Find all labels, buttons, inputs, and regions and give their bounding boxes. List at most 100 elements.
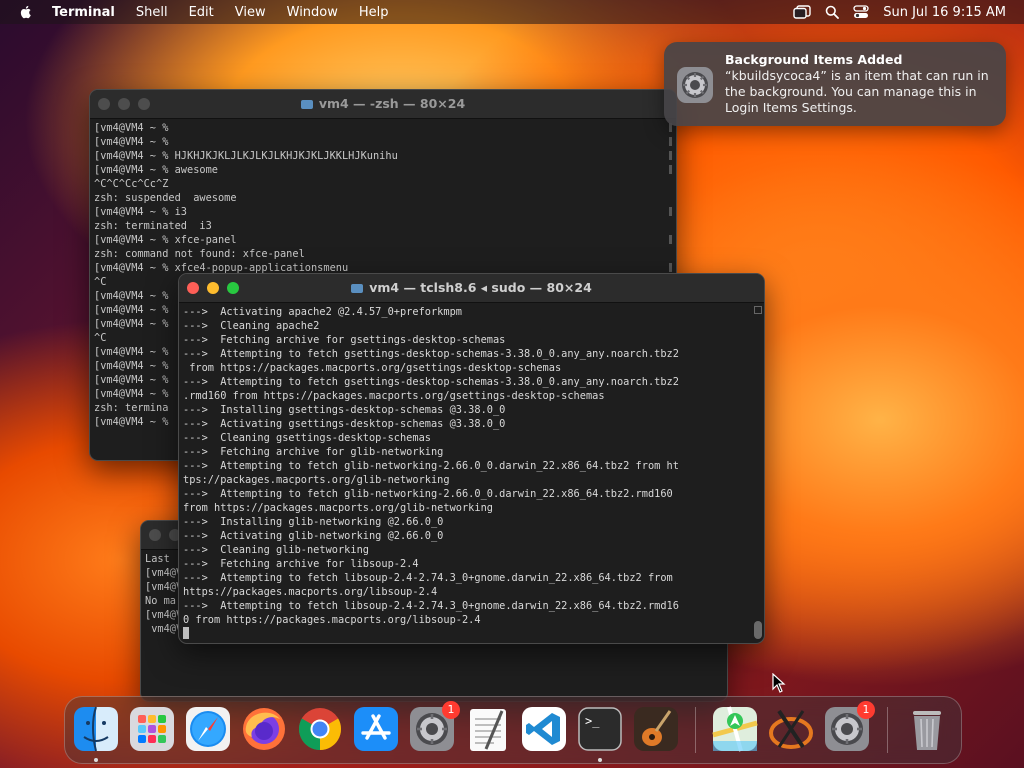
svg-text:>_: >_ bbox=[585, 714, 600, 728]
terminal-line: ---> Attempting to fetch gsettings-deskt… bbox=[183, 376, 679, 388]
terminal-line: zsh: terminated i3 bbox=[94, 220, 212, 232]
terminal-line: No ma bbox=[145, 595, 176, 607]
running-indicator bbox=[598, 758, 602, 762]
garageband-icon bbox=[634, 707, 678, 751]
terminal-line: ---> Cleaning gsettings-desktop-schemas bbox=[183, 432, 431, 444]
terminal-line: [vm4@VM4 ~ % bbox=[94, 136, 169, 148]
terminal-line: https://packages.macports.org/libsoup-2.… bbox=[183, 586, 438, 598]
terminal-line: ---> Fetching archive for glib-networkin… bbox=[183, 446, 444, 458]
folder-icon bbox=[300, 100, 313, 109]
terminal-line: zsh: suspended awesome bbox=[94, 192, 237, 204]
dock-chrome[interactable] bbox=[296, 705, 344, 753]
safari-icon bbox=[186, 707, 230, 751]
terminal-window-tclsh[interactable]: vm4 — tclsh8.6 ◂ sudo — 80×24 ---> Activ… bbox=[178, 273, 765, 644]
dock-system-settings-2[interactable]: 1 bbox=[823, 701, 875, 753]
terminal-line: [vm4@V bbox=[145, 581, 183, 593]
scroll-marker bbox=[669, 137, 672, 146]
spotlight-search-icon[interactable] bbox=[825, 5, 840, 19]
notification-title: Background Items Added bbox=[725, 52, 903, 67]
terminal-line: [vm4@VM4 ~ % bbox=[94, 374, 169, 386]
terminal-line: [vm4@VM4 ~ % i3 bbox=[94, 206, 187, 218]
terminal-line: ---> Activating glib-networking @2.66.0_… bbox=[183, 530, 444, 542]
dock-maps[interactable] bbox=[711, 705, 759, 753]
window-title: vm4 — -zsh — 80×24 bbox=[90, 96, 676, 111]
scrollbar[interactable] bbox=[754, 304, 762, 639]
textedit-icon bbox=[470, 709, 506, 751]
menu-window[interactable]: Window bbox=[287, 5, 338, 20]
terminal-line: [vm4@VM4 ~ % HJKHJKJKLJLKJLKJLKHJKJKLJKK… bbox=[94, 150, 398, 162]
finder-icon bbox=[74, 706, 118, 752]
launchpad-icon bbox=[130, 707, 174, 751]
scroll-marker bbox=[669, 235, 672, 244]
menu-view[interactable]: View bbox=[235, 5, 266, 20]
terminal-line: [vm4@V bbox=[145, 609, 183, 621]
system-settings-gear-icon bbox=[677, 67, 713, 103]
terminal-line: ---> Activating apache2 @2.4.57_0+prefor… bbox=[183, 306, 462, 318]
menu-bar: Terminal Shell Edit View Window Help Sun… bbox=[0, 0, 1024, 24]
dock-vscode[interactable] bbox=[520, 705, 568, 753]
terminal-line: ^C bbox=[94, 276, 107, 288]
terminal-line: ---> Fetching archive for libsoup-2.4 bbox=[183, 558, 419, 570]
titlebar[interactable]: vm4 — tclsh8.6 ◂ sudo — 80×24 bbox=[179, 274, 764, 303]
terminal-line: ---> Attempting to fetch glib-networking… bbox=[183, 460, 679, 472]
terminal-line: [vm4@VM4 ~ % bbox=[94, 346, 169, 358]
terminal-line: ---> Cleaning apache2 bbox=[183, 320, 320, 332]
vscode-icon bbox=[522, 707, 566, 751]
folder-icon bbox=[351, 284, 364, 293]
scrollbar-top-button[interactable] bbox=[754, 306, 762, 314]
terminal-line: ---> Fetching archive for gsettings-desk… bbox=[183, 334, 506, 346]
terminal-line: .rmd160 from https://packages.macports.o… bbox=[183, 390, 605, 402]
dock-garageband[interactable] bbox=[632, 705, 680, 753]
terminal-line: zsh: command not found: xfce-panel bbox=[94, 248, 305, 260]
scroll-marker bbox=[669, 263, 672, 272]
terminal-line: [vm4@VM4 ~ % awesome bbox=[94, 164, 218, 176]
dock-finder[interactable] bbox=[72, 705, 120, 762]
dock-xquartz[interactable] bbox=[767, 705, 815, 753]
window-manager-icon[interactable] bbox=[793, 5, 811, 19]
close-button[interactable] bbox=[149, 529, 161, 541]
terminal-line: 0 from https://packages.macports.org/lib… bbox=[183, 614, 481, 626]
dock-terminal[interactable]: >_ bbox=[576, 705, 624, 762]
terminal-line: ---> Cleaning glib-networking bbox=[183, 544, 369, 556]
terminal-line: [vm4@VM4 ~ % bbox=[94, 360, 169, 372]
dock-textedit[interactable] bbox=[464, 705, 512, 753]
terminal-line: ---> Attempting to fetch libsoup-2.4-2.7… bbox=[183, 600, 679, 612]
terminal-line: ---> Installing glib-networking @2.66.0_… bbox=[183, 516, 444, 528]
trash-icon bbox=[913, 711, 941, 750]
scrollbar-thumb[interactable] bbox=[754, 621, 762, 639]
control-center-icon[interactable] bbox=[853, 5, 869, 19]
titlebar[interactable]: vm4 — -zsh — 80×24 bbox=[90, 90, 676, 119]
terminal-line: ---> Attempting to fetch gsettings-deskt… bbox=[183, 348, 679, 360]
terminal-line: ---> Attempting to fetch libsoup-2.4-2.7… bbox=[183, 572, 673, 584]
terminal-line: [vm4@V bbox=[145, 567, 183, 579]
dock-safari[interactable] bbox=[184, 705, 232, 753]
notification-body: “kbuildsycoca4” is an item that can run … bbox=[725, 68, 989, 115]
menu-edit[interactable]: Edit bbox=[189, 5, 214, 20]
dock-trash[interactable] bbox=[903, 705, 951, 753]
terminal-output[interactable]: ---> Activating apache2 @2.4.57_0+prefor… bbox=[179, 303, 764, 643]
terminal-line: ^C^C^Cc^Cc^Z bbox=[94, 178, 169, 190]
menu-shell[interactable]: Shell bbox=[136, 5, 168, 20]
dock: 1 >_ 1 bbox=[64, 696, 962, 764]
menu-clock[interactable]: Sun Jul 16 9:15 AM bbox=[883, 5, 1006, 20]
dock-separator bbox=[695, 707, 696, 753]
menu-app-name[interactable]: Terminal bbox=[52, 5, 115, 20]
window-title: vm4 — tclsh8.6 ◂ sudo — 80×24 bbox=[179, 280, 764, 295]
dock-firefox[interactable] bbox=[240, 705, 288, 753]
text-cursor bbox=[183, 627, 189, 639]
scroll-marker bbox=[669, 151, 672, 160]
terminal-line: vm4@V bbox=[145, 623, 183, 635]
dock-system-settings[interactable]: 1 bbox=[408, 701, 460, 753]
dock-app-store[interactable] bbox=[352, 705, 400, 753]
terminal-line: [vm4@VM4 ~ % bbox=[94, 416, 169, 428]
terminal-line: ---> Installing gsettings-desktop-schema… bbox=[183, 404, 506, 416]
dock-launchpad[interactable] bbox=[128, 705, 176, 753]
apple-menu-icon[interactable] bbox=[18, 4, 34, 20]
terminal-line: [vm4@VM4 ~ % bbox=[94, 318, 169, 330]
terminal-line: from https://packages.macports.org/glib-… bbox=[183, 502, 493, 514]
terminal-line: zsh: termina bbox=[94, 402, 169, 414]
terminal-line: ^C bbox=[94, 332, 107, 344]
menu-help[interactable]: Help bbox=[359, 5, 389, 20]
notification-banner[interactable]: Background Items Added “kbuildsycoca4” i… bbox=[664, 42, 1006, 126]
terminal-line: [vm4@VM4 ~ % bbox=[94, 304, 169, 316]
